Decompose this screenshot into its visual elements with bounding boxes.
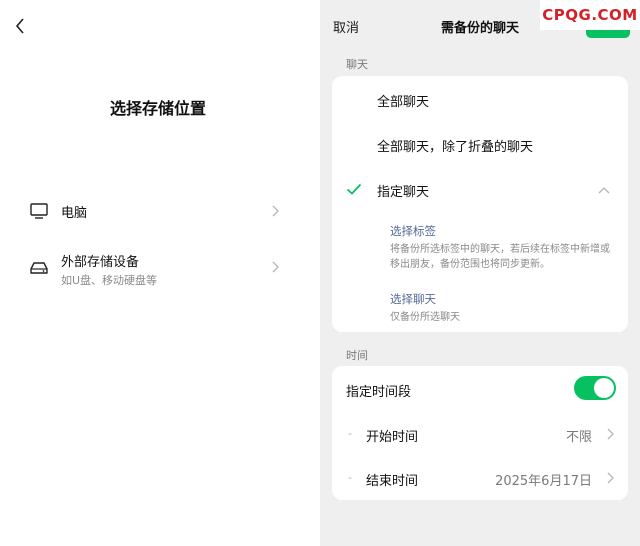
option-label: 电脑: [61, 206, 88, 221]
option-label: 全部聊天: [377, 95, 430, 110]
end-time-value: 2025年6月17日: [495, 474, 592, 489]
start-time-value: 不限: [565, 430, 592, 445]
sub-option-title: 选择标签: [390, 224, 436, 238]
time-toggle-label: 指定时间段: [346, 385, 412, 400]
option-all-except-folded[interactable]: 全部聊天，除了折叠的聊天: [332, 120, 628, 166]
start-time-row[interactable]: - 开始时间 不限: [332, 412, 628, 456]
option-external-drive[interactable]: 外部存储设备 如U盘、移动硬盘等: [0, 250, 300, 287]
option-label: 全部聊天，除了折叠的聊天: [377, 140, 534, 155]
sub-option-select-chats[interactable]: 选择聊天 仅备份所选聊天: [390, 291, 618, 325]
backup-chats-panel: 取消 需备份的聊天 聊天 全部聊天 全部聊天，除了折叠的聊天 指定聊天 选择标签…: [320, 0, 640, 546]
time-range-toggle[interactable]: [574, 376, 616, 400]
end-time-label: 结束时间: [366, 474, 419, 489]
time-range-toggle-row: 指定时间段: [332, 366, 628, 410]
option-computer[interactable]: 电脑: [0, 200, 300, 222]
dash-marker: -: [348, 471, 352, 484]
checkmark-icon: [346, 183, 362, 195]
section-label-chats: 聊天: [346, 58, 368, 71]
start-time-label: 开始时间: [366, 430, 419, 445]
sub-option-select-tags[interactable]: 选择标签 将备份所选标签中的聊天，若后续在标签中新增或移出朋友，备份范围也将同步…: [390, 223, 618, 272]
page-title: 选择存储位置: [109, 99, 206, 118]
chevron-right-icon: [272, 261, 279, 273]
option-label: 外部存储设备: [61, 255, 140, 270]
time-options-card: 指定时间段 - 开始时间 不限 - 结束时间 2025年6月17日: [332, 366, 628, 500]
chevron-left-icon: [15, 18, 24, 34]
back-button[interactable]: [8, 14, 32, 38]
storage-location-panel: 选择存储位置 电脑 外部存储设备 如U盘、移动硬盘等: [0, 0, 320, 546]
option-all-chats[interactable]: 全部聊天: [332, 76, 628, 120]
sub-option-title: 选择聊天: [390, 292, 436, 306]
chevron-right-icon: [272, 205, 279, 217]
section-label-time: 时间: [346, 349, 368, 362]
chat-options-card: 全部聊天 全部聊天，除了折叠的聊天 指定聊天 选择标签 将备份所选标签中的聊天，…: [332, 76, 628, 332]
sub-option-desc: 仅备份所选聊天: [390, 312, 460, 323]
toggle-knob: [594, 378, 614, 398]
chevron-up-icon[interactable]: [598, 186, 610, 194]
option-specified-chats[interactable]: 指定聊天: [332, 166, 628, 210]
sub-option-desc: 将备份所选标签中的聊天，若后续在标签中新增或移出朋友，备份范围也将同步更新。: [390, 244, 610, 270]
option-label: 指定聊天: [377, 185, 430, 200]
watermark-logo: CPQG.COM: [540, 0, 640, 30]
external-drive-icon: [30, 262, 48, 274]
chevron-right-icon: [607, 428, 614, 440]
watermark-text: CPQG.COM: [542, 6, 638, 24]
end-time-row[interactable]: - 结束时间 2025年6月17日: [332, 456, 628, 500]
dash-marker: -: [348, 427, 352, 440]
option-sublabel: 如U盘、移动硬盘等: [61, 274, 158, 287]
monitor-icon: [30, 203, 48, 219]
chevron-right-icon: [607, 472, 614, 484]
